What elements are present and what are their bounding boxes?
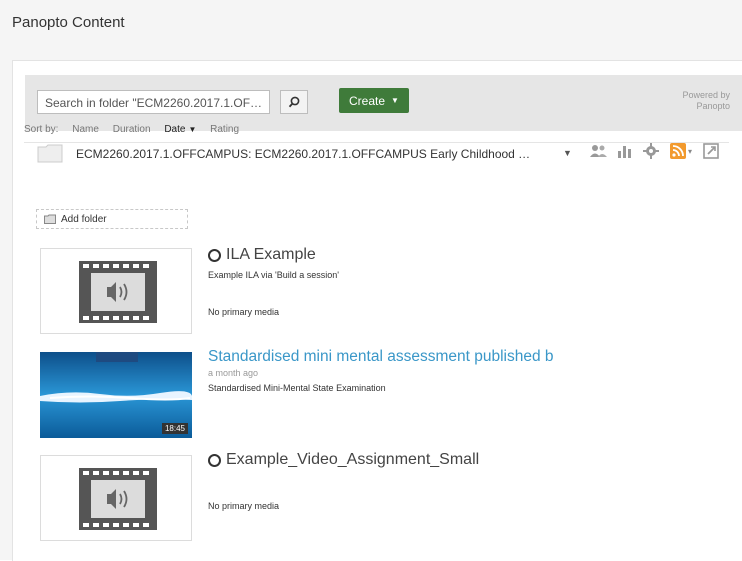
search-icon <box>288 96 300 108</box>
status-circle-icon <box>208 248 221 262</box>
session-thumbnail[interactable] <box>40 455 192 541</box>
gear-icon[interactable] <box>641 141 661 161</box>
audio-placeholder-icon <box>79 468 157 530</box>
add-folder-label: Add folder <box>61 213 107 225</box>
session-status: No primary media <box>208 307 280 317</box>
audio-placeholder-icon <box>79 261 157 323</box>
session-description: Standardised Mini-Mental State Examinati… <box>208 383 386 393</box>
session-title[interactable]: ILA Example <box>208 246 316 264</box>
rss-icon[interactable]: ▾ <box>667 141 695 161</box>
users-icon[interactable] <box>589 141 609 161</box>
add-folder-button[interactable]: Add folder <box>36 209 188 229</box>
sort-option-name[interactable]: Name <box>72 124 99 135</box>
folder-icon <box>37 144 63 163</box>
folder-tools: ▾ <box>589 141 721 161</box>
duration-badge: 18:45 <box>161 423 188 434</box>
session-title-link[interactable]: Standardised mini mental assessment publ… <box>208 348 554 366</box>
sort-option-date-label: Date <box>164 124 186 135</box>
sort-bar: Sort by: Name Duration Date ▼ Rating <box>24 124 250 135</box>
session-thumbnail[interactable]: 18:45 <box>40 352 192 438</box>
session-date: a month ago <box>208 368 259 378</box>
status-circle-icon <box>208 453 221 467</box>
search-button[interactable] <box>280 90 308 114</box>
stats-icon[interactable] <box>615 141 635 161</box>
panel-title: Panopto Content <box>12 14 125 31</box>
search-input[interactable]: Search in folder "ECM2260.2017.1.OF… <box>37 90 270 114</box>
session-title-text: ILA Example <box>226 246 316 263</box>
sort-label: Sort by: <box>24 124 59 135</box>
powered-line-1: Powered by <box>682 90 730 100</box>
powered-line-2: Panopto <box>696 101 730 111</box>
create-button[interactable]: Create ▼ <box>339 88 409 113</box>
session-description: Example ILA via 'Build a session' <box>208 270 340 280</box>
sort-option-rating[interactable]: Rating <box>210 124 239 135</box>
folder-dropdown-icon[interactable]: ▼ <box>563 148 572 158</box>
create-button-label: Create <box>349 93 386 108</box>
session-status: No primary media <box>208 501 280 511</box>
session-title-text: Example_Video_Assignment_Small <box>226 451 480 468</box>
divider <box>24 142 729 143</box>
sort-desc-icon: ▼ <box>188 125 197 134</box>
powered-by: Powered by Panopto <box>660 90 730 112</box>
panopto-panel: Panopto Content Search in folder "ECM226… <box>0 0 742 561</box>
folder-header: ECM2260.2017.1.OFFCAMPUS: ECM2260.2017.1… <box>25 135 742 171</box>
session-thumbnail[interactable] <box>40 248 192 334</box>
session-title[interactable]: Example_Video_Assignment_Small <box>208 451 479 469</box>
folder-name[interactable]: ECM2260.2017.1.OFFCAMPUS: ECM2260.2017.1… <box>76 147 530 161</box>
sort-option-duration[interactable]: Duration <box>113 124 151 135</box>
external-link-icon[interactable] <box>701 141 721 161</box>
chevron-down-icon: ▼ <box>391 96 399 105</box>
add-folder-icon <box>44 214 56 224</box>
toolbar: Search in folder "ECM2260.2017.1.OF… Cre… <box>25 75 742 131</box>
sort-option-date[interactable]: Date ▼ <box>164 124 196 135</box>
